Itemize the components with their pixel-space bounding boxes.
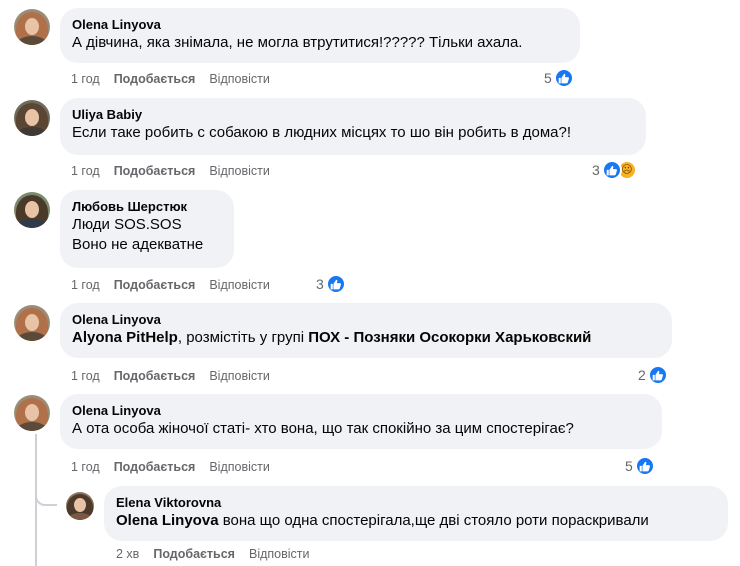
comment-author[interactable]: Olena Linyova <box>72 311 660 328</box>
avatar[interactable] <box>14 100 50 136</box>
comment-time[interactable]: 1 год <box>71 369 100 383</box>
like-icon <box>553 68 574 88</box>
comment-bubble: Olena Linyova А ота особа жіночої статі-… <box>60 394 662 449</box>
comment-actions: 1 год Подобається Відповісти <box>71 71 284 87</box>
comment-text-line-2: Воно не адекватне <box>72 236 204 253</box>
comment-text-middle: , розмістіть у групі <box>177 329 305 346</box>
reaction-summary[interactable]: 5 <box>625 456 655 476</box>
reaction-count: 5 <box>544 70 552 86</box>
like-button[interactable]: Подобається <box>114 164 196 178</box>
reaction-summary[interactable]: 2 <box>638 365 668 385</box>
like-button[interactable]: Подобається <box>114 369 196 383</box>
reaction-summary[interactable]: 3 <box>316 274 346 294</box>
comment-actions: 1 год Подобається Відповісти <box>71 277 284 293</box>
comment-text: Alyona PitHelp, розмістіть у групі ПОХ -… <box>72 328 660 348</box>
comment-text-body: вона що одна спостерігала,ще дві стояло … <box>222 512 649 529</box>
reaction-count: 3 <box>316 276 324 292</box>
avatar[interactable] <box>14 305 50 341</box>
comment-time[interactable]: 2 хв <box>116 547 139 561</box>
comment-author[interactable]: Elena Viktorovna <box>116 494 716 511</box>
like-button[interactable]: Подобається <box>153 547 235 561</box>
comment-bubble: Uliya Babiy Если таке робить с собакою в… <box>60 98 646 155</box>
comment-author[interactable]: Olena Linyova <box>72 402 650 419</box>
comment-text: Olena Linyova вона що одна спостерігала,… <box>116 511 716 531</box>
like-icon <box>601 160 622 180</box>
comment-author[interactable]: Olena Linyova <box>72 16 568 33</box>
reply-button[interactable]: Відповісти <box>209 278 270 292</box>
comment-actions: 2 хв Подобається Відповісти <box>116 546 324 562</box>
reply-button[interactable]: Відповісти <box>249 547 310 561</box>
comment-time[interactable]: 1 год <box>71 164 100 178</box>
comment-actions: 1 год Подобається Відповісти <box>71 459 284 475</box>
comment-bubble: Любовь Шерстюк Люди SOS.SOS Воно не адек… <box>60 190 234 268</box>
comment-actions: 1 год Подобається Відповісти <box>71 368 284 384</box>
reaction-count: 3 <box>592 162 600 178</box>
reply-button[interactable]: Відповісти <box>209 164 270 178</box>
mention-link[interactable]: Olena Linyova <box>116 512 219 529</box>
like-button[interactable]: Подобається <box>114 72 196 86</box>
comment-text: А дівчина, яка знімала, не могла втрутит… <box>72 34 523 51</box>
avatar[interactable] <box>14 395 50 431</box>
group-mention-link[interactable]: ПОХ - Позняки Осокорки Харьковский <box>308 329 591 346</box>
comment-time[interactable]: 1 год <box>71 460 100 474</box>
avatar[interactable] <box>66 492 94 520</box>
avatar[interactable] <box>14 192 50 228</box>
like-button[interactable]: Подобається <box>114 460 196 474</box>
comment-text-line-1: Люди SOS.SOS <box>72 216 182 233</box>
reply-connector <box>35 490 57 506</box>
reply-button[interactable]: Відповісти <box>209 369 270 383</box>
like-icon <box>647 365 668 385</box>
comment-author[interactable]: Любовь Шерстюк <box>72 198 222 215</box>
like-icon <box>634 456 655 476</box>
reaction-count: 2 <box>638 367 646 383</box>
comment-time[interactable]: 1 год <box>71 278 100 292</box>
comment-text: Если таке робить с собакою в людних місц… <box>72 124 572 141</box>
reaction-summary[interactable]: 5 <box>544 68 574 88</box>
like-button[interactable]: Подобається <box>114 278 196 292</box>
comment-bubble: Olena Linyova А дівчина, яка знімала, не… <box>60 8 580 63</box>
like-icon <box>325 274 346 294</box>
mention-link[interactable]: Alyona PitHelp <box>72 329 178 346</box>
reaction-summary[interactable]: 3 ☹ <box>592 160 637 180</box>
avatar[interactable] <box>14 9 50 45</box>
comment-actions: 1 год Подобається Відповісти <box>71 163 284 179</box>
reply-button[interactable]: Відповісти <box>209 72 270 86</box>
comment-author[interactable]: Uliya Babiy <box>72 106 634 123</box>
comment-time[interactable]: 1 год <box>71 72 100 86</box>
reply-button[interactable]: Відповісти <box>209 460 270 474</box>
comment-bubble: Olena Linyova Alyona PitHelp, розмістіть… <box>60 303 672 358</box>
reaction-count: 5 <box>625 458 633 474</box>
comment-text: А ота особа жіночої статі- хто вона, що … <box>72 420 574 437</box>
comment-bubble: Elena Viktorovna Olena Linyova вона що о… <box>104 486 728 541</box>
